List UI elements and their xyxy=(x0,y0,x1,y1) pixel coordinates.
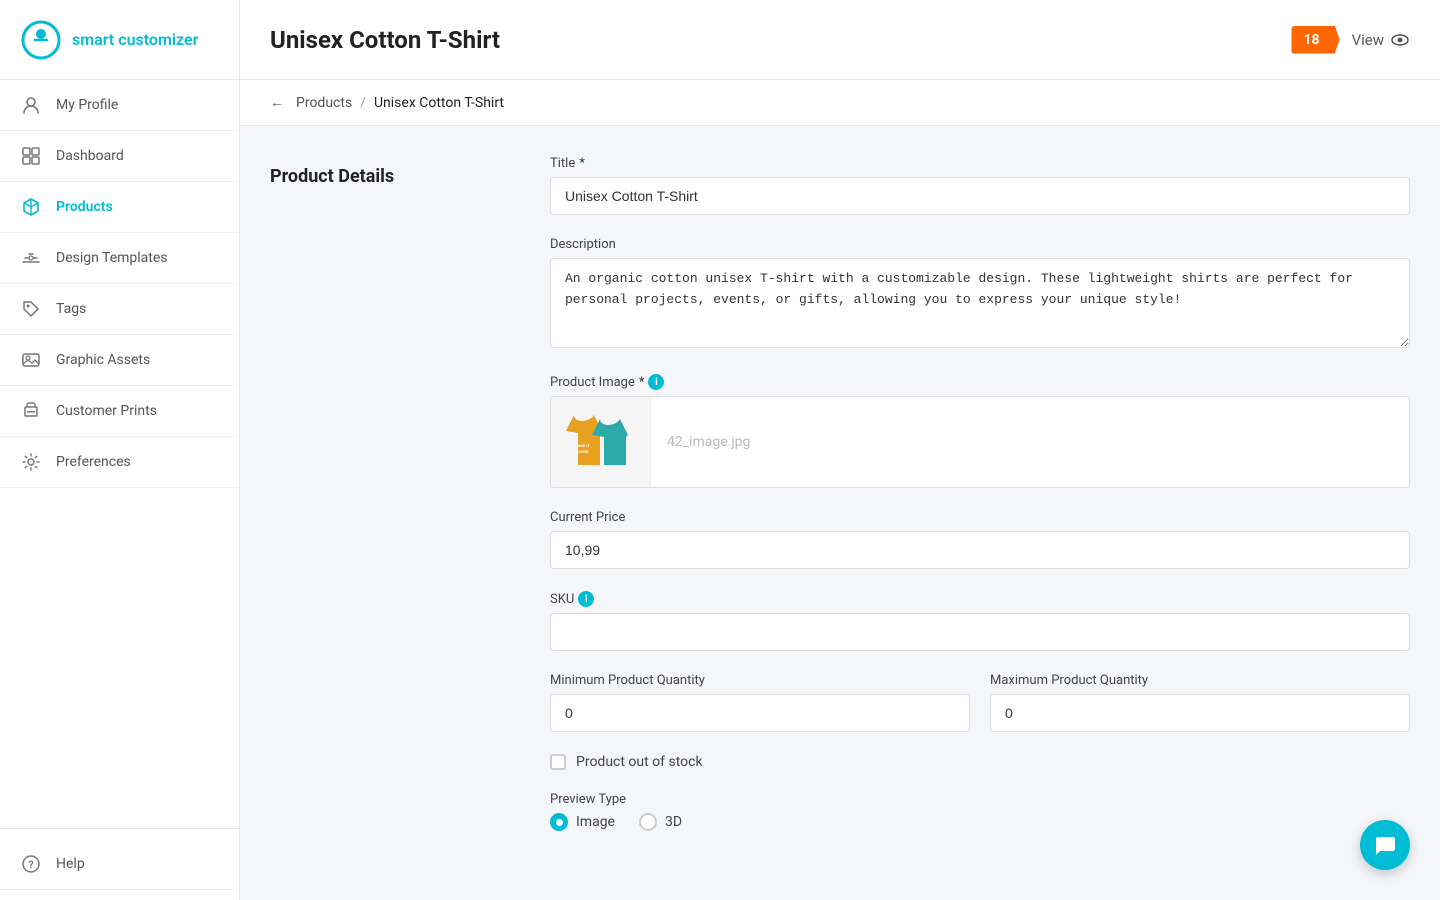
form-left-panel: Product Details xyxy=(270,156,550,853)
notification-badge[interactable]: 18 xyxy=(1291,26,1339,54)
chat-fab[interactable] xyxy=(1360,820,1410,870)
sidebar-label-customer-prints: Customer Prints xyxy=(56,403,157,419)
product-image-filename: 42_image.jpg xyxy=(651,424,1409,460)
products-icon xyxy=(20,196,42,218)
sidebar: smart customizer My Profile xyxy=(0,0,240,900)
sidebar-label-tags: Tags xyxy=(56,301,86,317)
sidebar-nav: My Profile Dashboard Product xyxy=(0,80,239,828)
tags-icon xyxy=(20,298,42,320)
dashboard-icon xyxy=(20,145,42,167)
header-right: 18 View xyxy=(1291,26,1410,54)
sidebar-item-products[interactable]: Products xyxy=(0,182,239,233)
max-quantity-label: Maximum Product Quantity xyxy=(990,673,1410,688)
sidebar-item-design-templates[interactable]: Design Templates xyxy=(0,233,239,284)
product-image-thumb: MAKE IT YOURS xyxy=(551,397,651,487)
sidebar-item-my-profile[interactable]: My Profile xyxy=(0,80,239,131)
breadcrumb: ← Products / Unisex Cotton T-Shirt xyxy=(240,80,1440,126)
product-image-row[interactable]: MAKE IT YOURS 42_image.jpg xyxy=(550,396,1410,488)
product-image-label: Product Image * i xyxy=(550,374,1410,390)
preview-type-group: Preview Type Image 3D xyxy=(550,792,1410,831)
sidebar-item-graphic-assets[interactable]: Graphic Assets xyxy=(0,335,239,386)
sidebar-label-design-templates: Design Templates xyxy=(56,250,168,266)
tshirt-image: MAKE IT YOURS xyxy=(562,407,640,477)
sidebar-item-help[interactable]: ? Help xyxy=(0,839,239,890)
prints-icon xyxy=(20,400,42,422)
form-layout: Product Details Title * Description xyxy=(240,126,1440,883)
radio-3d-circle[interactable] xyxy=(639,813,657,831)
title-field-group: Title * xyxy=(550,156,1410,215)
graphic-icon xyxy=(20,349,42,371)
svg-text:?: ? xyxy=(28,859,33,872)
radio-image-circle[interactable] xyxy=(550,813,568,831)
breadcrumb-current-page: Unisex Cotton T-Shirt xyxy=(374,95,504,111)
sidebar-label-preferences: Preferences xyxy=(56,454,131,470)
radio-3d-label: 3D xyxy=(665,814,682,830)
user-icon xyxy=(20,94,42,116)
min-quantity-label: Minimum Product Quantity xyxy=(550,673,970,688)
breadcrumb-separator: / xyxy=(360,95,366,111)
svg-text:MAKE IT: MAKE IT xyxy=(574,443,590,448)
sku-label: SKU i xyxy=(550,591,1410,607)
sidebar-label-graphic-assets: Graphic Assets xyxy=(56,352,150,368)
logo-icon xyxy=(20,19,62,61)
current-price-field-group: Current Price xyxy=(550,510,1410,569)
logo-area: smart customizer xyxy=(0,0,239,80)
sidebar-label-dashboard: Dashboard xyxy=(56,148,124,164)
help-icon: ? xyxy=(20,853,42,875)
sku-field-group: SKU i xyxy=(550,591,1410,651)
form-right-panel: Title * Description An organic cotton un… xyxy=(550,156,1410,853)
view-label: View xyxy=(1352,31,1384,49)
breadcrumb-products-link[interactable]: Products xyxy=(296,95,352,111)
sku-input[interactable] xyxy=(550,613,1410,651)
max-quantity-group: Maximum Product Quantity xyxy=(990,673,1410,732)
out-of-stock-row: Product out of stock xyxy=(550,754,1410,770)
radio-option-image[interactable]: Image xyxy=(550,813,615,831)
current-price-label: Current Price xyxy=(550,510,1410,525)
title-input[interactable] xyxy=(550,177,1410,215)
chat-icon xyxy=(1373,833,1397,857)
max-quantity-input[interactable] xyxy=(990,694,1410,732)
sidebar-item-customer-prints[interactable]: Customer Prints xyxy=(0,386,239,437)
sidebar-label-products: Products xyxy=(56,199,113,215)
description-textarea[interactable]: An organic cotton unisex T-shirt with a … xyxy=(550,258,1410,348)
out-of-stock-checkbox[interactable] xyxy=(550,754,566,770)
page-title: Unisex Cotton T-Shirt xyxy=(270,26,500,54)
breadcrumb-back-arrow[interactable]: ← xyxy=(270,94,284,111)
sidebar-item-tags[interactable]: Tags xyxy=(0,284,239,335)
top-header: Unisex Cotton T-Shirt 18 View xyxy=(240,0,1440,80)
title-required: * xyxy=(579,156,585,171)
section-title: Product Details xyxy=(270,166,510,187)
main-area: Unisex Cotton T-Shirt 18 View ← Products… xyxy=(240,0,1440,900)
preview-type-radio-group: Image 3D xyxy=(550,813,1410,831)
description-field-group: Description An organic cotton unisex T-s… xyxy=(550,237,1410,352)
current-price-input[interactable] xyxy=(550,531,1410,569)
product-image-required: * xyxy=(639,375,645,390)
product-image-field-group: Product Image * i MAKE IT xyxy=(550,374,1410,488)
radio-option-3d[interactable]: 3D xyxy=(639,813,682,831)
out-of-stock-label[interactable]: Product out of stock xyxy=(576,754,703,770)
sidebar-item-preferences[interactable]: Preferences xyxy=(0,437,239,488)
description-label: Description xyxy=(550,237,1410,252)
radio-image-label: Image xyxy=(576,814,615,830)
eye-icon xyxy=(1390,30,1410,50)
svg-text:YOURS: YOURS xyxy=(575,449,588,454)
logo-text: smart customizer xyxy=(72,30,198,49)
view-button[interactable]: View xyxy=(1352,30,1410,50)
design-icon xyxy=(20,247,42,269)
sidebar-item-dashboard[interactable]: Dashboard xyxy=(0,131,239,182)
preferences-icon xyxy=(20,451,42,473)
product-image-info-icon[interactable]: i xyxy=(648,374,664,390)
min-quantity-input[interactable] xyxy=(550,694,970,732)
sidebar-label-help: Help xyxy=(56,856,85,872)
preview-type-label: Preview Type xyxy=(550,792,1410,807)
title-label: Title * xyxy=(550,156,1410,171)
sku-info-icon[interactable]: i xyxy=(578,591,594,607)
min-quantity-group: Minimum Product Quantity xyxy=(550,673,970,732)
quantity-row: Minimum Product Quantity Maximum Product… xyxy=(550,673,1410,732)
sidebar-label-my-profile: My Profile xyxy=(56,97,118,113)
sidebar-bottom: ? Help xyxy=(0,828,239,900)
content-area: ← Products / Unisex Cotton T-Shirt Produ… xyxy=(240,80,1440,900)
